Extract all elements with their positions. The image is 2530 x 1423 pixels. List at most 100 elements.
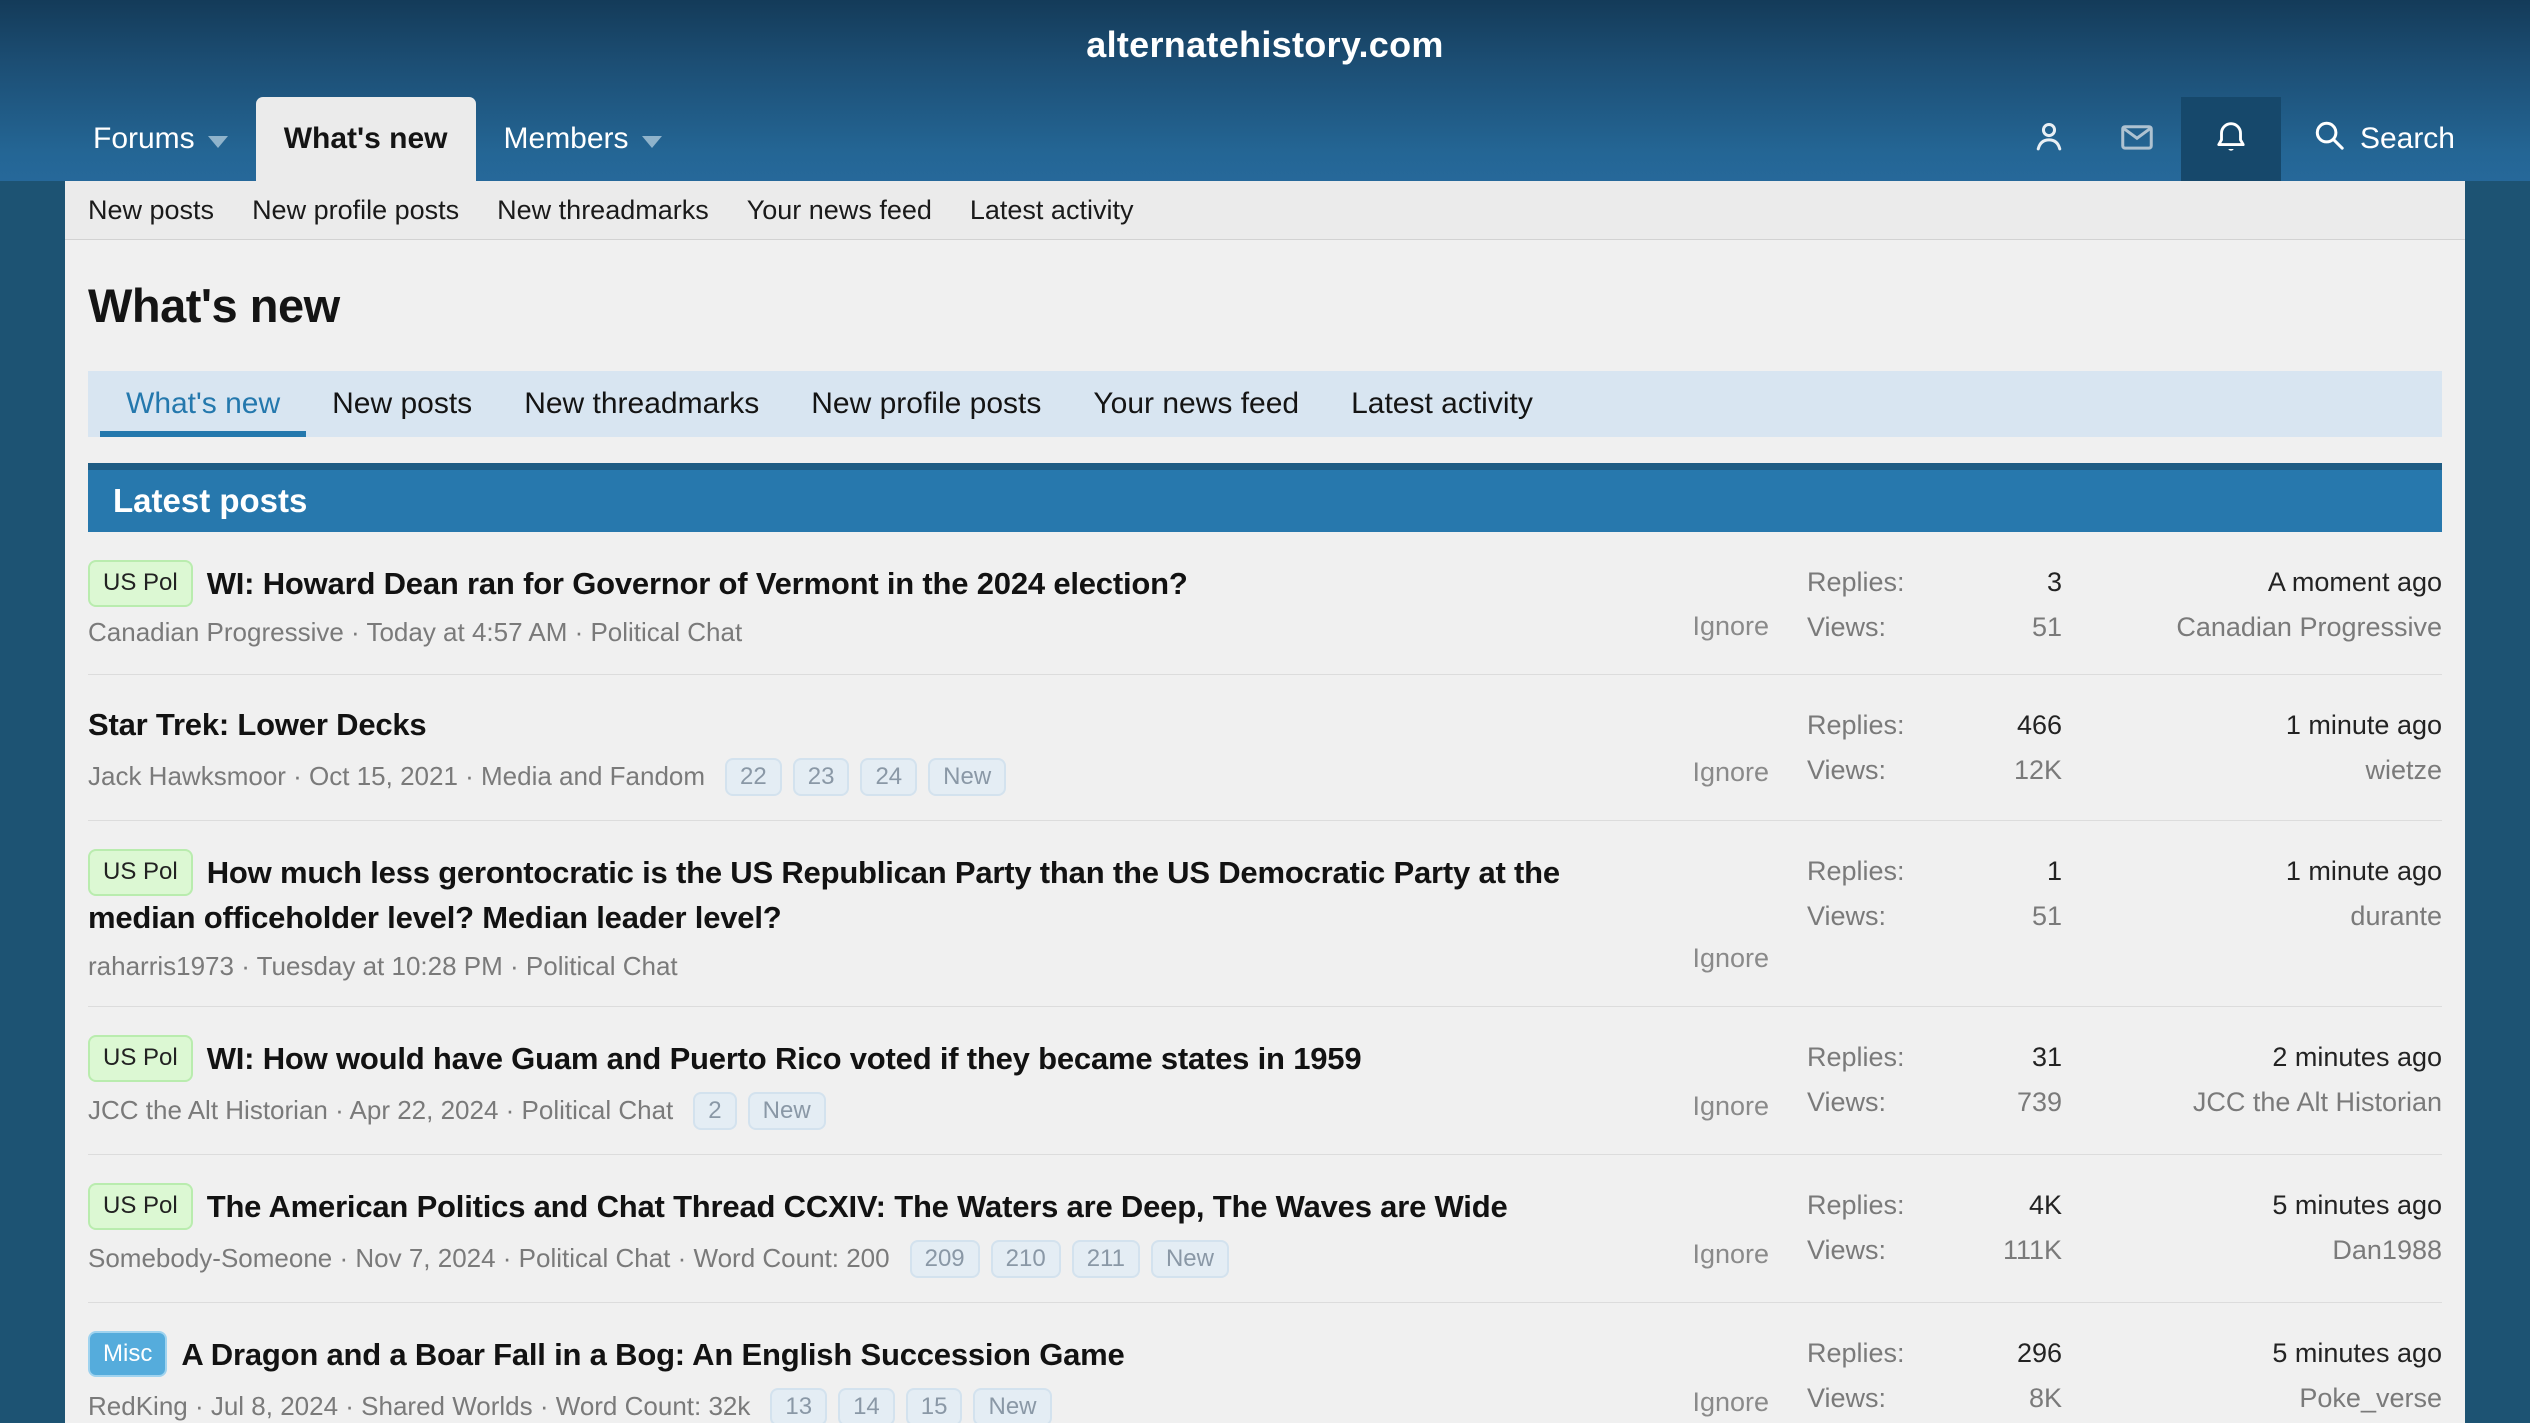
subnav-item-new-posts[interactable]: New posts [88,195,233,226]
thread-meta: raharris1973 · Tuesday at 10:28 PM · Pol… [88,951,678,982]
prefix-badge[interactable]: US Pol [88,1183,193,1230]
views-label: Views: [1807,1228,1886,1273]
page-jump-button[interactable]: 211 [1072,1240,1140,1278]
views-label: Views: [1807,1376,1886,1421]
thread-meta: Canadian Progressive · Today at 4:57 AM … [88,617,742,648]
page-jump-button[interactable]: 24 [860,758,917,796]
subnav-item-new-threadmarks[interactable]: New threadmarks [478,195,728,226]
tab-whats-new[interactable]: What's new [100,371,306,437]
lastpost-user[interactable]: durante [2092,894,2442,939]
replies-label: Replies: [1807,1183,1905,1228]
conversations-button[interactable] [2093,97,2181,181]
lastpost-time[interactable]: 5 minutes ago [2092,1331,2442,1376]
thread-row: US Pol WI: How would have Guam and Puerto… [88,1007,2442,1155]
thread-title-link[interactable]: WI: Howard Dean ran for Governor of Verm… [207,566,1188,601]
nav-item-label: What's new [284,122,448,156]
lastpost-time[interactable]: 1 minute ago [2092,703,2442,748]
page-jump-button[interactable]: 209 [910,1240,980,1278]
thread-row: Misc A Dragon and a Boar Fall in a Bog: A… [88,1303,2442,1423]
chevron-down-icon[interactable] [208,136,228,148]
thread-row: US Pol The American Politics and Chat Thr… [88,1155,2442,1303]
thread-title-link[interactable]: The American Politics and Chat Thread CC… [207,1189,1508,1224]
section-header: Latest posts [88,463,2442,532]
nav-item-label: Forums [93,122,195,156]
chevron-down-icon[interactable] [642,136,662,148]
page-jump-button-new[interactable]: New [1151,1240,1229,1278]
lastpost-user[interactable]: Dan1988 [2092,1228,2442,1273]
ignore-link[interactable]: Ignore [1692,1239,1769,1270]
page-jump-button-new[interactable]: New [748,1092,826,1130]
page-jump-button[interactable]: 2 [693,1092,736,1130]
thread-title-link[interactable]: A Dragon and a Boar Fall in a Bog: An En… [181,1337,1124,1372]
views-label: Views: [1807,748,1886,793]
lastpost-time[interactable]: 2 minutes ago [2092,1035,2442,1080]
page-jump-buttons: 209 210 211 New [910,1240,1229,1278]
search-label: Search [2360,122,2455,156]
content: What's new What's new New posts New thre… [65,240,2465,1423]
thread-title-link[interactable]: How much less gerontocratic is the US Re… [88,855,1560,935]
thread-title-link[interactable]: Star Trek: Lower Decks [88,707,426,742]
thread-stats: Replies:466 Views:12K [1807,703,2062,796]
thread-row: Star Trek: Lower Decks Jack Hawksmoor · … [88,675,2442,821]
ignore-link[interactable]: Ignore [1692,611,1769,642]
prefix-badge[interactable]: US Pol [88,1035,193,1082]
thread-title-link[interactable]: WI: How would have Guam and Puerto Rico … [207,1041,1362,1076]
ignore-link[interactable]: Ignore [1692,1091,1769,1122]
page-jump-buttons: 13 14 15 New [770,1388,1051,1423]
tab-your-news-feed[interactable]: Your news feed [1067,371,1325,437]
thread-stats: Replies:1 Views:51 [1807,849,2062,982]
tab-latest-activity[interactable]: Latest activity [1325,371,1559,437]
nav-item-forums[interactable]: Forums [65,97,256,181]
thread-main: US Pol WI: Howard Dean ran for Governor o… [88,560,1659,650]
ignore-link[interactable]: Ignore [1692,757,1769,788]
prefix-badge[interactable]: US Pol [88,849,193,896]
prefix-badge[interactable]: US Pol [88,560,193,607]
nav-item-members[interactable]: Members [476,97,690,181]
thread-stats: Replies:3 Views:51 [1807,560,2062,650]
thread-lastpost: 2 minutes ago JCC the Alt Historian [2092,1035,2442,1130]
page-jump-button[interactable]: 210 [991,1240,1061,1278]
thread-lastpost: A moment ago Canadian Progressive [2092,560,2442,650]
page-jump-button[interactable]: 23 [793,758,850,796]
lastpost-user[interactable]: JCC the Alt Historian [2092,1080,2442,1125]
page-jump-button[interactable]: 13 [770,1388,827,1423]
site-title[interactable]: alternatehistory.com [0,24,2530,66]
mail-icon [2118,118,2156,161]
nav-item-whats-new[interactable]: What's new [256,97,476,181]
alerts-button[interactable] [2181,97,2281,181]
ignore-link[interactable]: Ignore [1692,943,1769,974]
page-jump-button-new[interactable]: New [928,758,1006,796]
page-jump-button[interactable]: 14 [838,1388,895,1423]
subnav-item-new-profile-posts[interactable]: New profile posts [233,195,478,226]
tab-new-profile-posts[interactable]: New profile posts [785,371,1067,437]
thread-main: US Pol WI: How would have Guam and Puerto… [88,1035,1659,1130]
thread-row: US PolHow much less gerontocratic is the… [88,821,2442,1007]
prefix-badge[interactable]: Misc [88,1331,167,1378]
search-button[interactable]: Search [2281,97,2465,181]
replies-label: Replies: [1807,560,1905,605]
thread-lastpost: 1 minute ago wietze [2092,703,2442,796]
lastpost-time[interactable]: 1 minute ago [2092,849,2442,894]
thread-list: US Pol WI: Howard Dean ran for Governor o… [88,532,2442,1423]
lastpost-user[interactable]: Canadian Progressive [2092,605,2442,650]
tab-new-threadmarks[interactable]: New threadmarks [498,371,785,437]
tab-new-posts[interactable]: New posts [306,371,498,437]
replies-count: 4K [2029,1183,2062,1228]
page-jump-button[interactable]: 22 [725,758,782,796]
account-button[interactable] [2005,97,2093,181]
replies-count: 296 [2017,1331,2062,1376]
lastpost-time[interactable]: A moment ago [2092,560,2442,605]
subnav-item-your-news-feed[interactable]: Your news feed [728,195,951,226]
page-jump-button[interactable]: 15 [906,1388,963,1423]
lastpost-time[interactable]: 5 minutes ago [2092,1183,2442,1228]
ignore-link[interactable]: Ignore [1692,1387,1769,1418]
lastpost-user[interactable]: Poke_verse [2092,1376,2442,1421]
replies-label: Replies: [1807,849,1905,894]
views-count: 739 [2017,1080,2062,1125]
page-jump-button-new[interactable]: New [973,1388,1051,1423]
thread-main: US PolHow much less gerontocratic is the… [88,849,1659,982]
subnav: New posts New profile posts New threadma… [65,181,2465,240]
lastpost-user[interactable]: wietze [2092,748,2442,793]
views-label: Views: [1807,605,1886,650]
subnav-item-latest-activity[interactable]: Latest activity [951,195,1153,226]
